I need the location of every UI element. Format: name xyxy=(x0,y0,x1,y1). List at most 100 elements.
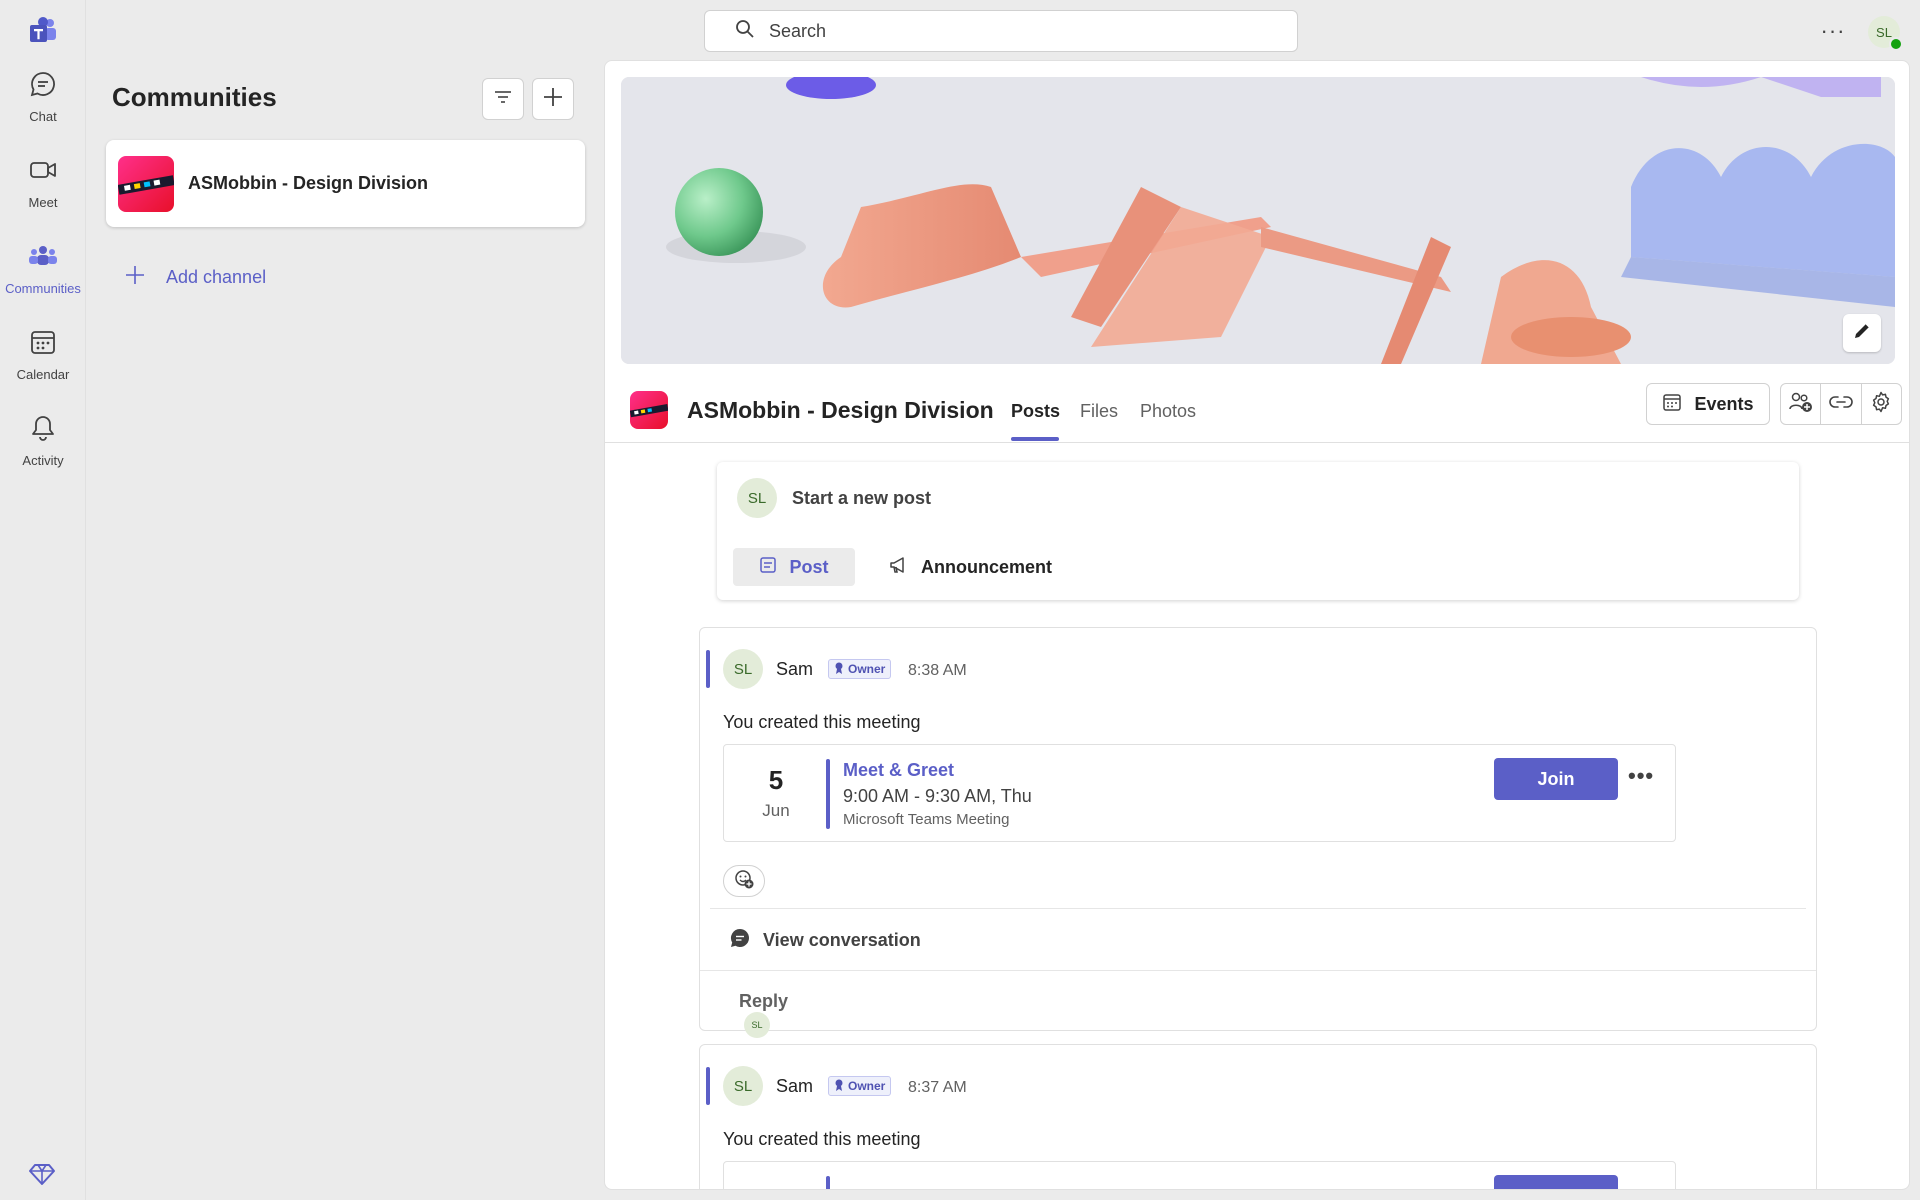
emoji-add-icon xyxy=(733,868,755,895)
view-conversation-label: View conversation xyxy=(763,930,921,950)
reply-label: Reply xyxy=(739,991,789,1011)
search-placeholder: Search xyxy=(769,20,827,41)
megaphone-icon xyxy=(889,556,909,579)
post-card: SL Sam Owner 8:37 AM You created this me… xyxy=(699,1044,1817,1189)
calendar-icon xyxy=(29,328,57,361)
avatar-initials: SL xyxy=(1876,24,1892,40)
avatar[interactable]: SL xyxy=(723,649,763,689)
add-people-icon xyxy=(1788,391,1813,418)
rail-item-label: Chat xyxy=(29,109,57,124)
search-input[interactable]: Search xyxy=(704,10,1298,52)
owner-badge-icon xyxy=(834,1079,844,1094)
search-icon xyxy=(735,19,755,44)
post-button[interactable]: Post xyxy=(733,548,855,586)
announcement-label: Announcement xyxy=(921,556,1053,577)
post-icon xyxy=(759,556,777,579)
post-author[interactable]: Sam xyxy=(776,659,813,680)
owner-badge-icon xyxy=(834,662,844,677)
copy-link-button[interactable] xyxy=(1821,384,1862,424)
events-button[interactable]: Events xyxy=(1646,383,1770,425)
meeting-type: Microsoft Teams Meeting xyxy=(843,811,1010,828)
new-post-input[interactable]: Start a new post xyxy=(792,488,931,509)
events-label: Events xyxy=(1694,393,1754,414)
chat-icon xyxy=(29,70,57,103)
owner-badge: Owner xyxy=(828,659,892,679)
meeting-title[interactable]: Meet & Greet xyxy=(843,760,954,781)
meeting-more-button[interactable]: ••• xyxy=(1628,763,1654,789)
add-community-button[interactable] xyxy=(532,78,574,120)
communities-icon xyxy=(28,242,58,275)
rail-item-meet[interactable]: Meet xyxy=(0,146,86,220)
rail-item-calendar[interactable]: Calendar xyxy=(0,318,86,392)
owner-badge-label: Owner xyxy=(848,662,886,676)
app-rail: Chat Meet Communities Calendar Activity xyxy=(0,0,86,1200)
meeting-accent-bar xyxy=(826,759,830,829)
rail-item-label: Meet xyxy=(28,195,58,210)
meeting-month: Jun xyxy=(762,801,790,820)
avatar: SL xyxy=(744,1012,770,1038)
reply-button[interactable]: SL Reply xyxy=(721,991,789,1038)
rail-item-label: Calendar xyxy=(16,367,70,382)
announcement-button[interactable]: Announcement xyxy=(889,548,1052,586)
community-actions xyxy=(1780,383,1902,425)
post-timestamp: 8:38 AM xyxy=(908,662,967,679)
gear-icon xyxy=(1870,391,1892,418)
community-thumbnail xyxy=(630,391,668,429)
add-member-button[interactable] xyxy=(1781,384,1822,424)
community-title: ASMobbin - Design Division xyxy=(687,397,994,423)
post-accent-bar xyxy=(706,650,710,688)
teams-logo-icon[interactable] xyxy=(28,16,58,46)
community-header: ASMobbin - Design Division Posts Files P… xyxy=(605,379,1909,443)
post-card: SL Sam Owner 8:38 AM You created this me… xyxy=(699,627,1817,1038)
add-reaction-button[interactable] xyxy=(723,865,765,897)
edit-banner-button[interactable] xyxy=(1843,314,1881,352)
pencil-icon xyxy=(1851,320,1873,347)
add-channel-button[interactable]: Add channel xyxy=(124,264,266,291)
meeting-day: 5 xyxy=(768,765,784,795)
plus-icon xyxy=(124,264,146,291)
owner-badge-label: Owner xyxy=(848,1079,886,1093)
owner-badge: Owner xyxy=(828,1076,892,1096)
post-description: You created this meeting xyxy=(723,712,921,732)
community-thumbnail xyxy=(118,155,174,212)
divider xyxy=(710,908,1806,909)
video-icon xyxy=(29,156,57,189)
divider xyxy=(700,970,1816,971)
rail-item-communities[interactable]: Communities xyxy=(0,232,86,306)
rail-item-chat[interactable]: Chat xyxy=(0,60,86,134)
tab-posts[interactable]: Posts xyxy=(1011,401,1060,422)
join-button[interactable]: Join xyxy=(1494,758,1618,800)
user-avatar[interactable]: SL xyxy=(1868,16,1903,51)
community-banner-image xyxy=(621,77,1895,364)
more-options-button[interactable]: ··· xyxy=(1818,16,1848,46)
meeting-time: 9:00 AM - 9:30 AM, Thu xyxy=(843,786,1032,806)
rail-item-activity[interactable]: Activity xyxy=(0,404,86,478)
post-timestamp: 8:37 AM xyxy=(908,1079,967,1096)
post-accent-bar xyxy=(706,1067,710,1105)
conversation-icon xyxy=(729,927,751,954)
page-title: Communities xyxy=(112,82,277,112)
active-tab-indicator xyxy=(1011,437,1059,441)
avatar[interactable]: SL xyxy=(723,1066,763,1106)
rail-item-label: Activity xyxy=(22,453,64,468)
meeting-card[interactable] xyxy=(723,1161,1676,1189)
settings-button[interactable] xyxy=(1862,384,1901,424)
post-description: You created this meeting xyxy=(723,1129,921,1149)
plus-icon xyxy=(542,86,564,113)
bell-icon xyxy=(29,414,57,447)
premium-diamond-icon[interactable] xyxy=(28,1160,58,1190)
tab-files[interactable]: Files xyxy=(1080,401,1118,422)
filter-button[interactable] xyxy=(482,78,524,120)
meeting-card[interactable]: 5 Jun Meet & Greet 9:00 AM - 9:30 AM, Th… xyxy=(723,744,1676,842)
tab-photos[interactable]: Photos xyxy=(1140,401,1196,422)
view-conversation-button[interactable]: View conversation xyxy=(729,927,921,954)
filter-icon xyxy=(493,87,513,112)
meeting-accent-bar xyxy=(826,1176,830,1189)
join-button[interactable] xyxy=(1494,1175,1618,1189)
calendar-icon xyxy=(1662,392,1682,417)
community-list-item[interactable]: ASMobbin - Design Division xyxy=(106,140,585,227)
community-name: ASMobbin - Design Division xyxy=(188,173,429,193)
presence-available-icon xyxy=(1889,37,1903,51)
community-panel: ASMobbin - Design Division Posts Files P… xyxy=(604,60,1910,1190)
post-author[interactable]: Sam xyxy=(776,1076,813,1097)
